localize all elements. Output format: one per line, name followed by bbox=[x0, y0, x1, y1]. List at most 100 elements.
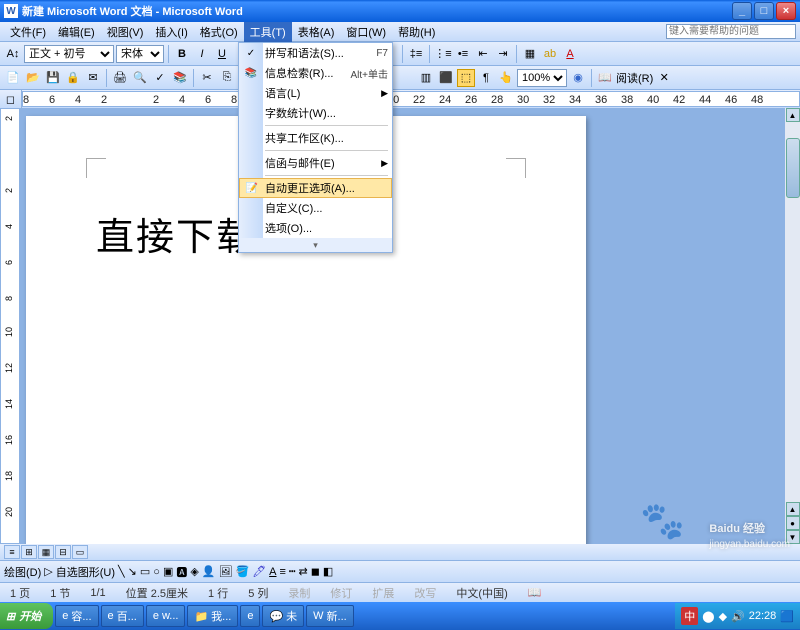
taskbar-item[interactable]: e容... bbox=[55, 605, 98, 627]
dash-style-icon[interactable]: ┅ bbox=[289, 565, 296, 578]
copy-icon[interactable]: ⎘ bbox=[218, 69, 236, 87]
textbox-icon[interactable]: ▣ bbox=[163, 565, 173, 578]
next-page-icon[interactable]: ▼ bbox=[786, 530, 800, 544]
menu-tools[interactable]: 工具(T) bbox=[244, 22, 292, 42]
menu-shared-workspace[interactable]: 共享工作区(K)... bbox=[239, 128, 392, 148]
tray-icon[interactable]: 🟦 bbox=[780, 610, 794, 623]
tray-icon[interactable]: ◆ bbox=[719, 610, 727, 623]
arrow-icon[interactable]: ↘ bbox=[128, 565, 137, 578]
research-icon[interactable]: 📚 bbox=[171, 69, 189, 87]
drawing-icon[interactable]: ⬛ bbox=[437, 69, 455, 87]
menu-format[interactable]: 格式(O) bbox=[194, 22, 244, 42]
italic-icon[interactable]: I bbox=[193, 45, 211, 63]
diagram-icon[interactable]: ◈ bbox=[190, 565, 198, 578]
doc-map-icon[interactable]: ⬚ bbox=[457, 69, 475, 87]
save-icon[interactable]: 💾 bbox=[44, 69, 62, 87]
oval-icon[interactable]: ○ bbox=[153, 566, 160, 578]
menu-window[interactable]: 窗口(W) bbox=[340, 22, 392, 42]
open-icon[interactable]: 📂 bbox=[24, 69, 42, 87]
print-icon[interactable]: 🖨 bbox=[111, 69, 129, 87]
normal-view-icon[interactable]: ≡ bbox=[4, 545, 20, 559]
scroll-thumb[interactable] bbox=[786, 138, 800, 198]
document-area[interactable]: 直接下载 bbox=[20, 108, 784, 544]
status-language[interactable]: 中文(中国) bbox=[452, 585, 511, 601]
help-search-input[interactable] bbox=[666, 24, 796, 39]
menu-expand-icon[interactable]: ▾ bbox=[239, 238, 392, 252]
menu-research[interactable]: 📚信息检索(R)...Alt+单击 bbox=[239, 63, 392, 83]
new-icon[interactable]: 📄 bbox=[4, 69, 22, 87]
menu-customize[interactable]: 自定义(C)... bbox=[239, 198, 392, 218]
taskbar-item[interactable]: e bbox=[240, 605, 260, 627]
volume-icon[interactable]: 🔊 bbox=[731, 610, 745, 623]
prev-page-icon[interactable]: ▲ bbox=[786, 502, 800, 516]
read-label[interactable]: 阅读(R) bbox=[616, 70, 653, 86]
numbering-icon[interactable]: ⋮≡ bbox=[434, 45, 452, 63]
fill-color-icon[interactable]: 🪣 bbox=[235, 565, 249, 578]
web-view-icon[interactable]: ⊞ bbox=[21, 545, 37, 559]
font-color-icon[interactable]: A bbox=[561, 45, 579, 63]
status-track[interactable]: 修订 bbox=[326, 585, 356, 601]
vertical-ruler[interactable]: 22468101214161820 bbox=[0, 108, 20, 544]
menu-wordcount[interactable]: 字数统计(W)... bbox=[239, 103, 392, 123]
rect-icon[interactable]: ▭ bbox=[140, 565, 150, 578]
styles-icon[interactable]: A↕ bbox=[4, 45, 22, 63]
menu-help[interactable]: 帮助(H) bbox=[392, 22, 441, 42]
status-record[interactable]: 录制 bbox=[284, 585, 314, 601]
ime-icon[interactable]: 中 bbox=[681, 607, 698, 625]
mail-icon[interactable]: ✉ bbox=[84, 69, 102, 87]
scroll-up-icon[interactable]: ▲ bbox=[786, 108, 800, 122]
taskbar-item[interactable]: 💬未 bbox=[262, 605, 304, 627]
picture-icon[interactable]: 🖼 bbox=[219, 565, 233, 578]
menu-options[interactable]: 选项(O)... bbox=[239, 218, 392, 238]
menu-spellcheck[interactable]: ✓拼写和语法(S)...F7 bbox=[239, 43, 392, 63]
taskbar-item[interactable]: W新... bbox=[306, 605, 354, 627]
permission-icon[interactable]: 🔒 bbox=[64, 69, 82, 87]
maximize-button[interactable]: □ bbox=[754, 2, 774, 20]
print-view-icon[interactable]: ▦ bbox=[38, 545, 54, 559]
bold-icon[interactable]: B bbox=[173, 45, 191, 63]
menu-table[interactable]: 表格(A) bbox=[292, 22, 341, 42]
outline-view-icon[interactable]: ⊟ bbox=[55, 545, 71, 559]
font-color-icon2[interactable]: A bbox=[269, 566, 276, 578]
status-overtype[interactable]: 改写 bbox=[410, 585, 440, 601]
menu-letters-mail[interactable]: 信函与邮件(E)▶ bbox=[239, 153, 392, 173]
taskbar-item[interactable]: 📁我... bbox=[187, 605, 238, 627]
clipart-icon[interactable]: 👤 bbox=[202, 565, 216, 578]
arrow-style-icon[interactable]: ⇄ bbox=[299, 565, 308, 578]
taskbar-item[interactable]: ew... bbox=[146, 605, 186, 627]
draw-menu[interactable]: 绘图(D) bbox=[4, 564, 41, 580]
taskbar-item[interactable]: e百... bbox=[101, 605, 144, 627]
3d-icon[interactable]: ◧ bbox=[323, 565, 333, 578]
menu-autocorrect-options[interactable]: 📝自动更正选项(A)... bbox=[239, 178, 392, 198]
nav-icon[interactable]: 👆 bbox=[497, 69, 515, 87]
line-style-icon[interactable]: ≡ bbox=[280, 566, 286, 578]
vertical-scrollbar[interactable]: ▲ ▲ ● ▼ bbox=[784, 108, 800, 544]
bullets-icon[interactable]: •≡ bbox=[454, 45, 472, 63]
browse-object-icon[interactable]: ● bbox=[786, 516, 800, 530]
status-book-icon[interactable]: 📖 bbox=[524, 586, 546, 599]
cut-icon[interactable]: ✂ bbox=[198, 69, 216, 87]
line-icon[interactable]: ╲ bbox=[118, 565, 125, 578]
columns-icon[interactable]: ▥ bbox=[417, 69, 435, 87]
wordart-icon[interactable]: 🅰 bbox=[176, 564, 187, 580]
close-read-icon[interactable]: ✕ bbox=[655, 69, 673, 87]
line-spacing-icon[interactable]: ‡≡ bbox=[407, 45, 425, 63]
outdent-icon[interactable]: ⇤ bbox=[474, 45, 492, 63]
reading-view-icon[interactable]: ▭ bbox=[72, 545, 88, 559]
font-combo[interactable]: 宋体 bbox=[116, 45, 164, 63]
shadow-icon[interactable]: ◼ bbox=[311, 565, 320, 578]
select-icon[interactable]: ▷ bbox=[44, 565, 52, 578]
start-button[interactable]: ⊞ 开始 bbox=[0, 603, 53, 629]
horizontal-ruler[interactable]: 8642246810121416182022242628303234363840… bbox=[22, 91, 800, 107]
spellcheck-icon[interactable]: ✓ bbox=[151, 69, 169, 87]
help-icon[interactable]: ◉ bbox=[569, 69, 587, 87]
highlight-icon[interactable]: ab bbox=[541, 45, 559, 63]
show-marks-icon[interactable]: ¶ bbox=[477, 69, 495, 87]
border-icon[interactable]: ▦ bbox=[521, 45, 539, 63]
tray-icon[interactable]: ⬤ bbox=[702, 610, 714, 623]
menu-language[interactable]: 语言(L)▶ bbox=[239, 83, 392, 103]
menu-view[interactable]: 视图(V) bbox=[101, 22, 150, 42]
read-mode-icon[interactable]: 📖 bbox=[596, 69, 614, 87]
minimize-button[interactable]: _ bbox=[732, 2, 752, 20]
preview-icon[interactable]: 🔍 bbox=[131, 69, 149, 87]
